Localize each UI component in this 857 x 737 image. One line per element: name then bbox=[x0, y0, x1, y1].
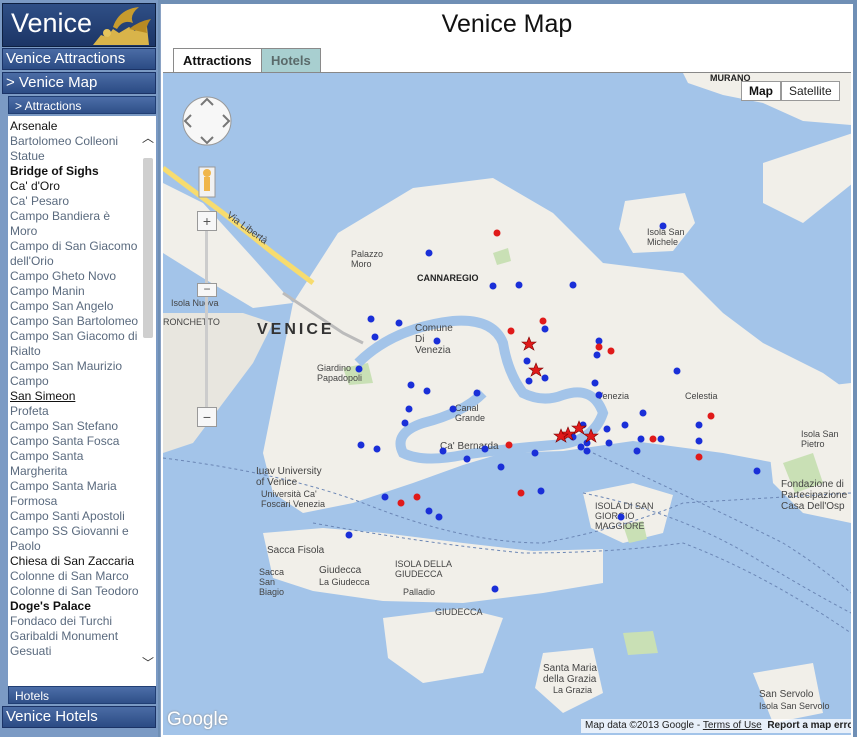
attractions-items: Arsenale Bartolomeo Colleoni Statue Bridge… bbox=[8, 116, 140, 659]
attraction-item[interactable]: Bartolomeo Colleoni Statue bbox=[10, 134, 140, 164]
main-panel: Venice Map Attractions Hotels MURANO VEN… bbox=[160, 4, 853, 737]
map-markers bbox=[345, 222, 761, 593]
map-data-text: Map data ©2013 Google bbox=[585, 720, 695, 731]
attraction-item[interactable]: Colonne di San Marco bbox=[10, 569, 140, 584]
red-markers bbox=[397, 229, 715, 507]
attraction-item[interactable]: Campo San Bartolomeo bbox=[10, 314, 140, 329]
tab-hotels[interactable]: Hotels bbox=[261, 48, 321, 72]
attractions-scrollbar[interactable]: ︿ ﹀ bbox=[140, 126, 156, 681]
zoom-out-button[interactable]: − bbox=[197, 407, 217, 427]
nav-attractions[interactable]: > Attractions bbox=[8, 96, 156, 114]
nav-venice-hotels[interactable]: Venice Hotels bbox=[2, 706, 156, 728]
attraction-item[interactable]: Campo Bandiera è Moro bbox=[10, 209, 140, 239]
page-title: Venice Map bbox=[441, 10, 573, 38]
map-type-satellite-button[interactable]: Satellite bbox=[781, 81, 840, 101]
attraction-item[interactable]: Fondaco dei Turchi bbox=[10, 614, 140, 629]
attraction-item[interactable]: Campo San Maurizio Campo bbox=[10, 359, 140, 389]
attraction-item[interactable]: Campo Gheto Novo bbox=[10, 269, 140, 284]
attraction-item[interactable]: Colonne di San Teodoro bbox=[10, 584, 140, 599]
attraction-item[interactable]: Arsenale bbox=[10, 119, 140, 134]
attraction-item[interactable]: Campo Santa Fosca bbox=[10, 434, 140, 449]
attraction-item[interactable]: Garibaldi Monument bbox=[10, 629, 140, 644]
attraction-item[interactable]: Profeta bbox=[10, 404, 140, 419]
nav-venice-map[interactable]: > Venice Map bbox=[2, 72, 156, 94]
blue-markers bbox=[345, 222, 761, 593]
attraction-item[interactable]: San Simeon bbox=[10, 389, 140, 404]
winged-lion-icon bbox=[93, 7, 151, 45]
zoom-slider-handle[interactable]: − bbox=[197, 283, 217, 297]
attraction-item[interactable]: Campo Manin bbox=[10, 284, 140, 299]
attractions-list[interactable]: Arsenale Bartolomeo Colleoni Statue Bridge… bbox=[8, 116, 156, 686]
attraction-item[interactable]: Campo Santa Margherita bbox=[10, 449, 140, 479]
map-attribution: Map data ©2013 Google - Terms of Use Rep… bbox=[581, 719, 851, 733]
venice-logo[interactable]: Venice bbox=[2, 3, 156, 47]
attraction-item[interactable]: Campo Santi Apostoli bbox=[10, 509, 140, 524]
attraction-item[interactable]: Campo San Giacomo di Rialto bbox=[10, 329, 140, 359]
chevron-down-icon[interactable]: ﹀ bbox=[142, 657, 154, 669]
pan-control-icon[interactable] bbox=[181, 95, 233, 147]
attraction-item[interactable]: Campo SS Giovanni e Paolo bbox=[10, 524, 140, 554]
attraction-item[interactable]: Campo San Angelo bbox=[10, 299, 140, 314]
attraction-item[interactable]: Campo di San Giacomo dell'Orio bbox=[10, 239, 140, 269]
zoom-slider-track[interactable] bbox=[205, 231, 208, 407]
nav-hotels[interactable]: Hotels bbox=[8, 686, 156, 704]
scrollbar-thumb[interactable] bbox=[143, 158, 153, 338]
attraction-item[interactable]: Campo San Stefano bbox=[10, 419, 140, 434]
sidebar: Venice Venice Attractions > Venice Map >… bbox=[0, 0, 158, 737]
attraction-item[interactable]: Ca' Pesaro bbox=[10, 194, 140, 209]
chevron-up-icon[interactable]: ︿ bbox=[142, 132, 154, 144]
attraction-item[interactable]: Doge's Palace bbox=[10, 599, 140, 614]
nav-venice-attractions[interactable]: Venice Attractions bbox=[2, 48, 156, 70]
terms-of-use-link[interactable]: Terms of Use bbox=[703, 720, 762, 731]
report-map-error-link[interactable]: Report a map error bbox=[767, 720, 851, 731]
venice-map[interactable]: MURANO VENICE CANNAREGIO Palazzo Moro Is… bbox=[163, 72, 851, 735]
attraction-item[interactable]: Campo Santa Maria Formosa bbox=[10, 479, 140, 509]
google-logo[interactable]: Google bbox=[167, 709, 228, 731]
zoom-in-button[interactable]: + bbox=[197, 211, 217, 231]
tab-attractions[interactable]: Attractions bbox=[173, 48, 262, 72]
street-view-pegman-icon[interactable] bbox=[197, 151, 217, 203]
attraction-item[interactable]: Bridge of Sighs bbox=[10, 164, 140, 179]
logo-text: Venice bbox=[11, 8, 93, 38]
attraction-item[interactable]: Chiesa di San Zaccaria bbox=[10, 554, 140, 569]
star-markers bbox=[521, 336, 599, 443]
attraction-item[interactable]: Ca' d'Oro bbox=[10, 179, 140, 194]
map-type-map-button[interactable]: Map bbox=[741, 81, 781, 101]
attraction-item[interactable]: Gesuati bbox=[10, 644, 140, 659]
